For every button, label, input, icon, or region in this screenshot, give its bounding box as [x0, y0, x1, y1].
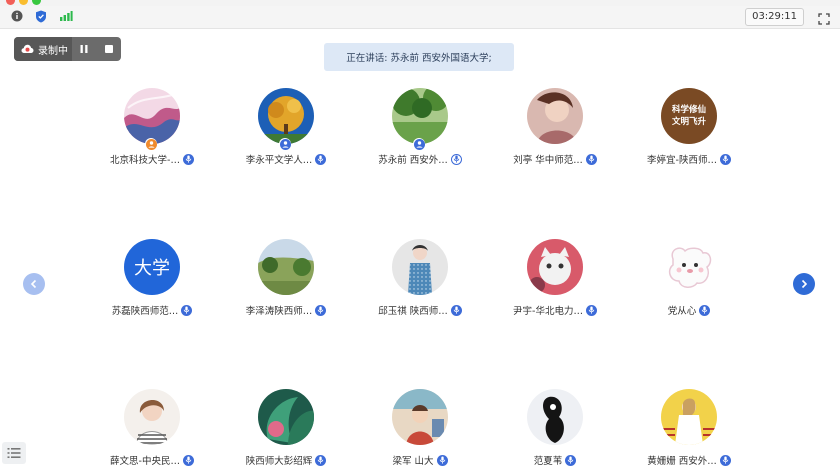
participant-name: 李泽涛陕西师…: [245, 306, 313, 317]
cohost-icon: [413, 138, 425, 150]
avatar: [124, 389, 180, 445]
stop-recording-button[interactable]: [96, 37, 121, 61]
participant-name: 刘亭 华中师范…: [513, 155, 583, 166]
avatar: [258, 239, 314, 295]
participant-tile[interactable]: 陕西师大彭绍辉: [221, 389, 351, 469]
avatar: [527, 239, 583, 295]
participant-tile[interactable]: 刘亭 华中师范…: [490, 88, 620, 168]
participant-tile[interactable]: 李永平文学人…: [221, 88, 351, 168]
recording-label: 录制中: [38, 45, 68, 57]
cohost-icon: [279, 138, 291, 150]
avatar: [527, 389, 583, 445]
avatar: 科学修仙 文明飞升: [661, 88, 717, 144]
microphone-icon[interactable]: [565, 454, 577, 466]
avatar: [392, 389, 448, 445]
participant-tile[interactable]: 梁军 山大: [355, 389, 485, 469]
host-badge: [145, 138, 157, 150]
avatar: [258, 88, 314, 144]
cloud-record-icon: [21, 44, 34, 54]
avatar: [661, 239, 717, 295]
participant-name: 薛文思-中央民…: [110, 456, 180, 467]
next-page-button[interactable]: [793, 273, 815, 295]
participant-tile[interactable]: 黄姗姗 西安外…: [624, 389, 754, 469]
participant-name: 邱玉祺 陕西师…: [378, 306, 448, 317]
microphone-icon[interactable]: [182, 153, 194, 165]
microphone-icon[interactable]: [181, 304, 193, 316]
speaking-indicator: 正在讲话: 苏永前 西安外国语大学;: [324, 43, 514, 71]
microphone-icon[interactable]: [719, 153, 731, 165]
avatar-text: 科学修仙 文明飞升: [671, 105, 706, 127]
pause-recording-button[interactable]: [72, 37, 97, 61]
microphone-icon[interactable]: [585, 304, 597, 316]
recording-control: 录制中: [14, 37, 121, 61]
microphone-icon[interactable]: [699, 304, 711, 316]
avatar: [392, 239, 448, 295]
participant-name: 梁军 山大: [392, 456, 434, 467]
meeting-timer: 03:29:11: [745, 8, 804, 26]
chevron-right-icon: [801, 279, 808, 289]
participant-tile[interactable]: 李泽涛陕西师…: [221, 239, 351, 319]
participant-name: 苏磊陕西师范…: [111, 306, 179, 317]
participant-name: 苏永前 西安外…: [378, 155, 448, 166]
cohost-badge: [279, 138, 291, 150]
cohost-badge: [413, 138, 425, 150]
participant-name: 李婷宜-陕西师…: [647, 155, 717, 166]
microphone-icon[interactable]: [315, 454, 327, 466]
avatar: [527, 88, 583, 144]
microphone-icon[interactable]: [315, 304, 327, 316]
meeting-toolbar: 03:29:11: [0, 6, 840, 29]
participant-name: 黄姗姗 西安外…: [647, 456, 717, 467]
participant-tile[interactable]: 大学 苏磊陕西师范…: [87, 239, 217, 319]
participant-name: 北京科技大学-…: [110, 155, 180, 166]
participant-tile[interactable]: 科学修仙 文明飞升 李婷宜-陕西师…: [624, 88, 754, 168]
participant-name: 党从心: [667, 306, 697, 317]
avatar: [258, 389, 314, 445]
chevron-left-icon: [30, 279, 37, 289]
signal-bars-icon[interactable]: [58, 9, 74, 23]
microphone-icon[interactable]: [719, 454, 731, 466]
pause-icon: [80, 45, 88, 53]
participant-tile[interactable]: 苏永前 西安外…: [355, 88, 485, 168]
host-icon: [145, 138, 157, 150]
shield-icon[interactable]: [34, 9, 48, 23]
participant-name: 李永平文学人…: [245, 155, 313, 166]
microphone-active-icon[interactable]: [450, 153, 462, 165]
avatar: [392, 88, 448, 144]
avatar: [661, 389, 717, 445]
minimize-window-button[interactable]: [19, 0, 28, 5]
microphone-icon[interactable]: [436, 454, 448, 466]
close-window-button[interactable]: [6, 0, 15, 5]
participant-name: 尹宇-华北电力…: [513, 306, 583, 317]
microphone-icon[interactable]: [585, 153, 597, 165]
participant-list-button[interactable]: [2, 442, 26, 464]
list-icon: [7, 448, 21, 458]
microphone-icon[interactable]: [450, 304, 462, 316]
participant-tile[interactable]: 薛文思-中央民…: [87, 389, 217, 469]
participant-tile[interactable]: 邱玉祺 陕西师…: [355, 239, 485, 319]
stop-icon: [104, 45, 113, 53]
microphone-icon[interactable]: [182, 454, 194, 466]
avatar: [124, 88, 180, 144]
avatar: 大学: [124, 239, 180, 295]
participant-tile[interactable]: 尹宇-华北电力…: [490, 239, 620, 319]
avatar-text: 大学: [134, 258, 170, 279]
participant-name: 范夏苇: [533, 456, 563, 467]
fullscreen-icon[interactable]: [818, 10, 830, 25]
zoom-window-button[interactable]: [32, 0, 41, 5]
info-icon[interactable]: [10, 9, 24, 23]
microphone-icon[interactable]: [315, 153, 327, 165]
participant-tile[interactable]: 党从心: [624, 239, 754, 319]
participant-tile[interactable]: 北京科技大学-…: [87, 88, 217, 168]
participant-tile[interactable]: 范夏苇: [490, 389, 620, 469]
previous-page-button[interactable]: [23, 273, 45, 295]
recording-status[interactable]: 录制中: [14, 37, 72, 61]
participant-name: 陕西师大彭绍辉: [245, 456, 313, 467]
